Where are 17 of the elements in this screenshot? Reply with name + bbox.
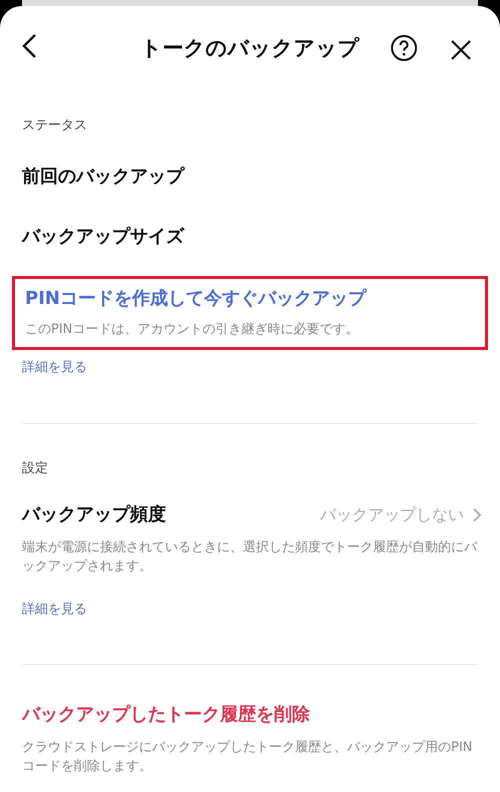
status-label: バックアップサイズ [22,224,184,248]
section-label: 設定 [21,460,49,478]
details-link[interactable]: 詳細を見る [22,358,87,378]
close-button[interactable] [450,37,472,61]
delete-history-link[interactable]: バックアップしたトーク履歴を削除 [22,701,310,728]
chevron-right-icon [472,506,482,522]
setting-label: バックアップ頻度 [22,503,166,527]
backup-now-link[interactable]: PINコードを作成して今すぐバックアップ [25,285,475,312]
description-text: クラウドストレージにバックアップしたトーク履歴と、バックアップ用のPINコードを削除します。 [21,739,474,776]
status-label: 前回のバックアップ [22,164,184,188]
frequency-selector[interactable]: バックアップしない [320,502,482,526]
section-label: ステータス [21,117,88,135]
window-title: トークのバックアップ [140,34,360,62]
description-text: このPINコードは、アカウントの引き継ぎ時に必要です。 [25,321,360,339]
help-button[interactable] [390,34,418,62]
details-link[interactable]: 詳細を見る [22,600,87,620]
description-text: 端末が電源に接続されているときに、選択した頻度でトーク履歴が自動的にバックアップされます。 [21,539,478,576]
